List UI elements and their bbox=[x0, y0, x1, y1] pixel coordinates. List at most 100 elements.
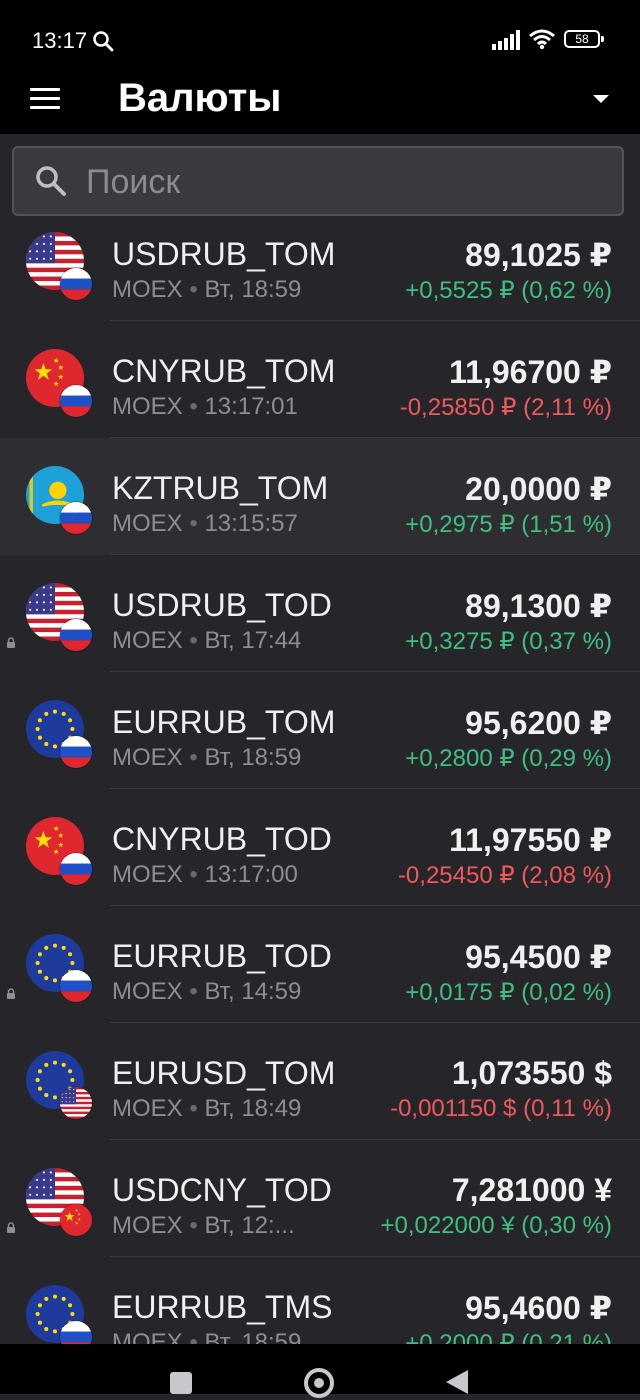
price-change: +0,022000 ¥ (0,30 %) bbox=[380, 1212, 612, 1239]
ru-flag-icon bbox=[60, 853, 92, 885]
ticker-label: USDCNY_TOD bbox=[112, 1172, 332, 1208]
ticker-label: USDRUB_TOD bbox=[112, 587, 332, 623]
price-change: +0,0175 ₽ (0,02 %) bbox=[405, 979, 612, 1006]
price-value: 11,96700 ₽ bbox=[449, 354, 612, 390]
exchange-label: MOEX bbox=[112, 978, 183, 1005]
list-item[interactable]: EURRUB_TOM MOEX • Вт, 18:59 95,6200 ₽ +0,28… bbox=[0, 672, 640, 789]
price-change: +0,5525 ₽ (0,62 %) bbox=[405, 277, 612, 304]
update-time: 13:17:01 bbox=[204, 393, 298, 420]
ru-flag-icon bbox=[60, 736, 92, 768]
menu-icon[interactable] bbox=[28, 84, 64, 112]
separator-dot: • bbox=[182, 744, 205, 771]
ticker-label: EURRUB_TOD bbox=[112, 938, 332, 974]
update-time: Вт, 14:59 bbox=[204, 978, 302, 1005]
separator-dot: • bbox=[182, 627, 205, 654]
list-item[interactable]: USDCNY_TOD MOEX • Вт, 12:... 7,281000 ¥ +0,… bbox=[0, 1140, 640, 1257]
list-item[interactable]: EURUSD_TOM MOEX • Вт, 18:49 1,073550 $ -0,0… bbox=[0, 1023, 640, 1140]
price-value: 95,6200 ₽ bbox=[465, 705, 612, 741]
search-icon bbox=[36, 166, 66, 196]
exchange-time: MOEX • 13:17:01 bbox=[112, 393, 298, 421]
price-change: -0,25450 ₽ (2,08 %) bbox=[397, 862, 612, 889]
price-value: 89,1300 ₽ bbox=[465, 588, 612, 624]
exchange-time: MOEX • Вт, 12:... bbox=[112, 1212, 295, 1240]
wifi-icon bbox=[529, 29, 555, 50]
exchange-label: MOEX bbox=[112, 744, 183, 771]
exchange-label: MOEX bbox=[112, 276, 183, 303]
price-value: 20,0000 ₽ bbox=[465, 471, 612, 507]
exchange-label: MOEX bbox=[112, 627, 183, 654]
status-bar: 13:17 58 bbox=[0, 0, 640, 62]
update-time: Вт, 18:59 bbox=[204, 744, 302, 771]
separator-dot: • bbox=[182, 276, 205, 303]
list-item[interactable]: EURRUB_TOD MOEX • Вт, 14:59 95,4500 ₽ +0,01… bbox=[0, 906, 640, 1023]
update-time: 13:17:00 bbox=[204, 861, 298, 888]
ru-flag-icon bbox=[60, 502, 92, 534]
update-time: 13:15:57 bbox=[204, 510, 298, 537]
search-input[interactable] bbox=[84, 158, 608, 206]
price-value: 89,1025 ₽ bbox=[465, 237, 612, 273]
ru-flag-icon bbox=[60, 970, 92, 1002]
separator-dot: • bbox=[182, 1095, 205, 1122]
price-value: 95,4500 ₽ bbox=[465, 939, 612, 975]
ticker-label: KZTRUB_TOM bbox=[112, 470, 329, 506]
ru-flag-icon bbox=[60, 385, 92, 417]
exchange-time: MOEX • Вт, 14:59 bbox=[112, 978, 301, 1006]
exchange-time: MOEX • Вт, 18:59 bbox=[112, 276, 301, 304]
us-flag-icon bbox=[60, 1087, 92, 1119]
cn-flag-icon bbox=[60, 1204, 92, 1236]
price-value: 95,4600 ₽ bbox=[465, 1290, 612, 1326]
back-button[interactable] bbox=[444, 1368, 470, 1396]
separator-dot: • bbox=[182, 510, 205, 537]
price-change: -0,25850 ₽ (2,11 %) bbox=[399, 394, 612, 421]
ticker-label: CNYRUB_TOM bbox=[112, 353, 336, 389]
ru-flag-icon bbox=[60, 619, 92, 651]
list-item[interactable]: CNYRUB_TOD MOEX • 13:17:00 11,97550 ₽ -0,25… bbox=[0, 789, 640, 906]
list-item[interactable]: KZTRUB_TOM MOEX • 13:15:57 20,0000 ₽ +0,297… bbox=[0, 438, 640, 555]
navigation-bar bbox=[0, 1344, 640, 1398]
page-title: Валюты bbox=[118, 76, 282, 120]
search-container bbox=[0, 134, 640, 230]
exchange-time: MOEX • 13:17:00 bbox=[112, 861, 298, 889]
exchange-label: MOEX bbox=[112, 510, 183, 537]
search-box[interactable] bbox=[12, 146, 624, 216]
price-change: +0,2975 ₽ (1,51 %) bbox=[405, 511, 612, 538]
currency-list: USDRUB_TOM MOEX • Вт, 18:59 89,1025 ₽ +0,55… bbox=[0, 204, 640, 1374]
separator-dot: • bbox=[182, 978, 205, 1005]
exchange-time: MOEX • Вт, 18:59 bbox=[112, 744, 301, 772]
separator-dot: • bbox=[182, 861, 205, 888]
exchange-label: MOEX bbox=[112, 1095, 183, 1122]
ru-flag-icon bbox=[60, 268, 92, 300]
price-change: +0,2800 ₽ (0,29 %) bbox=[405, 745, 612, 772]
exchange-time: MOEX • 13:15:57 bbox=[112, 510, 298, 538]
update-time: Вт, 17:44 bbox=[204, 627, 302, 654]
status-time: 13:17 bbox=[32, 28, 88, 53]
battery-level: 58 bbox=[575, 32, 589, 46]
lock-icon bbox=[6, 986, 16, 999]
list-item[interactable]: USDRUB_TOD MOEX • Вт, 17:44 89,1300 ₽ +0,32… bbox=[0, 555, 640, 672]
list-item[interactable]: CNYRUB_TOM MOEX • 13:17:01 11,96700 ₽ -0,25… bbox=[0, 321, 640, 438]
battery-icon: 58 bbox=[564, 30, 604, 48]
home-button[interactable] bbox=[302, 1366, 336, 1400]
price-value: 1,073550 $ bbox=[451, 1055, 612, 1091]
price-change: -0,001150 $ (0,11 %) bbox=[390, 1095, 612, 1122]
lock-icon bbox=[6, 635, 16, 648]
recent-apps-button[interactable] bbox=[170, 1372, 192, 1394]
exchange-time: MOEX • Вт, 18:49 bbox=[112, 1095, 301, 1123]
ticker-label: CNYRUB_TOD bbox=[112, 821, 332, 857]
ticker-label: EURRUB_TMS bbox=[112, 1289, 333, 1325]
price-change: +0,3275 ₽ (0,37 %) bbox=[405, 628, 612, 655]
exchange-time: MOEX • Вт, 17:44 bbox=[112, 627, 301, 655]
update-time: Вт, 18:59 bbox=[204, 276, 302, 303]
dropdown-arrow-icon[interactable] bbox=[590, 88, 612, 110]
ticker-label: EURUSD_TOM bbox=[112, 1055, 336, 1091]
ticker-label: USDRUB_TOM bbox=[112, 236, 336, 272]
exchange-label: MOEX bbox=[112, 1212, 183, 1239]
price-value: 7,281000 ¥ bbox=[451, 1172, 612, 1208]
exchange-label: MOEX bbox=[112, 861, 183, 888]
app-bar: Валюты bbox=[0, 62, 640, 134]
update-time: Вт, 18:49 bbox=[204, 1095, 302, 1122]
price-value: 11,97550 ₽ bbox=[449, 822, 612, 858]
signal-icon bbox=[492, 30, 520, 50]
update-time: Вт, 12:... bbox=[204, 1212, 295, 1239]
separator-dot: • bbox=[182, 393, 205, 420]
